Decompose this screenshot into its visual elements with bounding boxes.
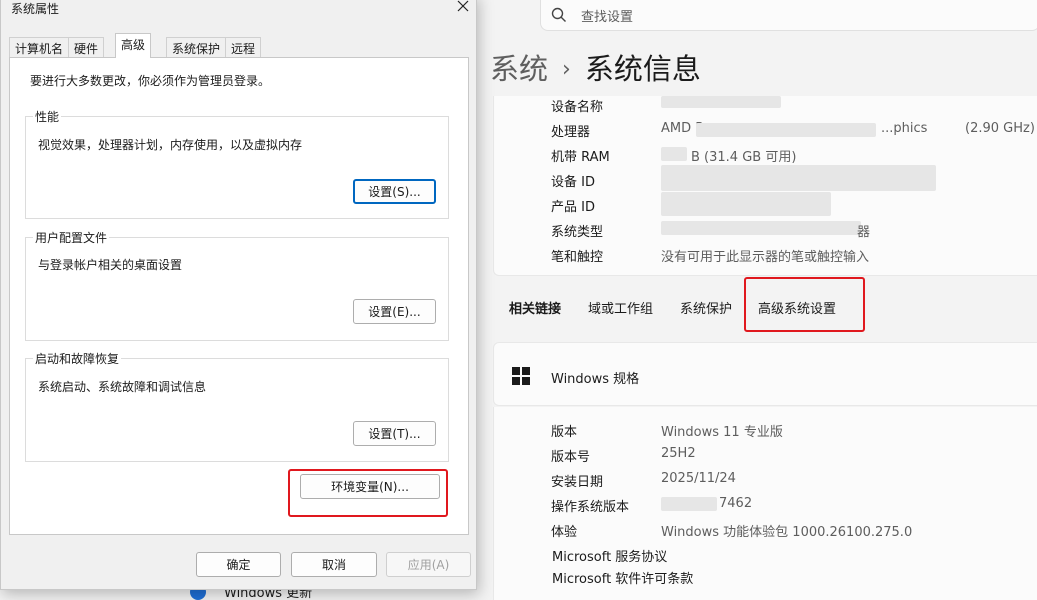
system-properties-dialog: 系统属性 计算机名 硬件 高级 系统保护 远程 要进行大多数更改，你必须作为管理… xyxy=(0,0,477,590)
cancel-button[interactable]: 取消 xyxy=(291,552,377,577)
link-domain-workgroup[interactable]: 域或工作组 xyxy=(588,298,653,317)
user-profiles-group: 用户配置文件 与登录帐户相关的桌面设置 设置(E)... xyxy=(25,229,449,341)
win-value: Windows 11 专业版 xyxy=(661,425,783,440)
user-profiles-settings-button[interactable]: 设置(E)... xyxy=(353,299,436,324)
device-specs-card: 设备名称 处理器 AMD R ...phics (2.90 GHz) 机带 RA… xyxy=(493,96,1037,276)
win-key: 安装日期 xyxy=(551,475,604,490)
win-value: Windows 功能体验包 1000.26100.275.0 xyxy=(661,525,913,540)
spec-key: 系统类型 xyxy=(551,225,604,240)
link-advanced-system-settings[interactable]: 高级系统设置 xyxy=(758,298,836,317)
tab-remote[interactable]: 远程 xyxy=(225,37,262,57)
spec-key: 处理器 xyxy=(551,125,591,140)
spec-key: 设备 ID xyxy=(551,175,595,190)
page-title: 系统信息 xyxy=(584,52,701,86)
apply-button[interactable]: 应用(A) xyxy=(386,552,471,577)
startup-recovery-legend: 启动和故障恢复 xyxy=(33,350,122,367)
breadcrumb-parent[interactable]: 系统 xyxy=(490,52,548,86)
environment-variables-button[interactable]: 环境变量(N)... xyxy=(300,474,440,499)
win-key: 操作系统版本 xyxy=(551,500,630,515)
spec-key: 笔和触控 xyxy=(551,250,604,265)
redacted-value xyxy=(661,497,717,511)
windows-spec-title: Windows 规格 xyxy=(551,372,640,387)
win-key: 版本 xyxy=(551,425,578,440)
link-service-agreement[interactable]: Microsoft 服务协议 xyxy=(552,546,667,565)
spec-key: 机带 RAM xyxy=(551,150,610,165)
redacted-value xyxy=(696,123,876,137)
spec-value: B (31.4 GB 可用) xyxy=(691,150,797,165)
performance-settings-button[interactable]: 设置(S)... xyxy=(353,179,436,204)
redacted-value xyxy=(661,165,936,191)
startup-recovery-desc: 系统启动、系统故障和调试信息 xyxy=(38,380,207,394)
redacted-value xyxy=(661,96,781,108)
settings-search-box[interactable]: 查找设置 xyxy=(540,0,1037,31)
tab-advanced[interactable]: 高级 xyxy=(115,33,152,58)
redacted-value xyxy=(661,192,831,216)
spec-key: 产品 ID xyxy=(551,200,595,215)
redacted-value xyxy=(661,221,861,235)
advanced-tab-panel: 要进行大多数更改，你必须作为管理员登录。 性能 视觉效果，处理器计划，内存使用，… xyxy=(9,57,469,535)
spec-key: 设备名称 xyxy=(551,100,604,115)
win-key: 版本号 xyxy=(551,450,591,465)
spec-value-extra: (2.90 GHz) xyxy=(965,121,1035,136)
win-value: 25H2 xyxy=(661,446,696,461)
spec-value: 器 xyxy=(857,225,871,240)
admin-note: 要进行大多数更改，你必须作为管理员登录。 xyxy=(30,74,271,88)
spec-value-mid: ...phics xyxy=(881,121,928,136)
breadcrumb: 系统 › 系统信息 xyxy=(490,46,701,88)
performance-group: 性能 视觉效果，处理器计划，内存使用，以及虚拟内存 设置(S)... xyxy=(25,108,449,219)
close-icon[interactable] xyxy=(456,0,470,13)
search-placeholder[interactable]: 查找设置 xyxy=(581,6,633,25)
windows-logo-icon xyxy=(512,367,530,385)
win-value: 7462 xyxy=(719,496,753,511)
spec-value: 没有可用于此显示器的笔或触控输入 xyxy=(661,250,870,265)
tab-hardware[interactable]: 硬件 xyxy=(68,37,105,57)
breadcrumb-separator: › xyxy=(562,57,571,82)
windows-spec-header[interactable]: Windows 规格 xyxy=(493,342,1037,406)
redacted-value xyxy=(661,147,687,161)
link-system-protection[interactable]: 系统保护 xyxy=(680,298,732,317)
link-license-terms[interactable]: Microsoft 软件许可条款 xyxy=(552,568,693,587)
dialog-title: 系统属性 xyxy=(11,2,60,16)
performance-legend: 性能 xyxy=(33,108,62,125)
related-links-title: 相关链接 xyxy=(509,302,562,317)
related-links-bar: 相关链接 域或工作组 系统保护 高级系统设置 xyxy=(493,282,1037,332)
startup-recovery-group: 启动和故障恢复 系统启动、系统故障和调试信息 设置(T)... xyxy=(25,350,449,462)
win-value: 2025/11/24 xyxy=(661,471,736,486)
startup-recovery-settings-button[interactable]: 设置(T)... xyxy=(353,421,436,446)
user-profiles-desc: 与登录帐户相关的桌面设置 xyxy=(38,258,183,272)
win-key: 体验 xyxy=(551,525,578,540)
ok-button[interactable]: 确定 xyxy=(196,552,281,577)
search-icon xyxy=(551,7,566,22)
windows-spec-body: 版本 Windows 11 专业版 版本号 25H2 安装日期 2025/11/… xyxy=(493,407,1037,600)
tab-computer-name[interactable]: 计算机名 xyxy=(9,37,70,57)
performance-desc: 视觉效果，处理器计划，内存使用，以及虚拟内存 xyxy=(38,138,303,152)
tab-system-protection[interactable]: 系统保护 xyxy=(166,37,227,57)
user-profiles-legend: 用户配置文件 xyxy=(33,229,110,246)
